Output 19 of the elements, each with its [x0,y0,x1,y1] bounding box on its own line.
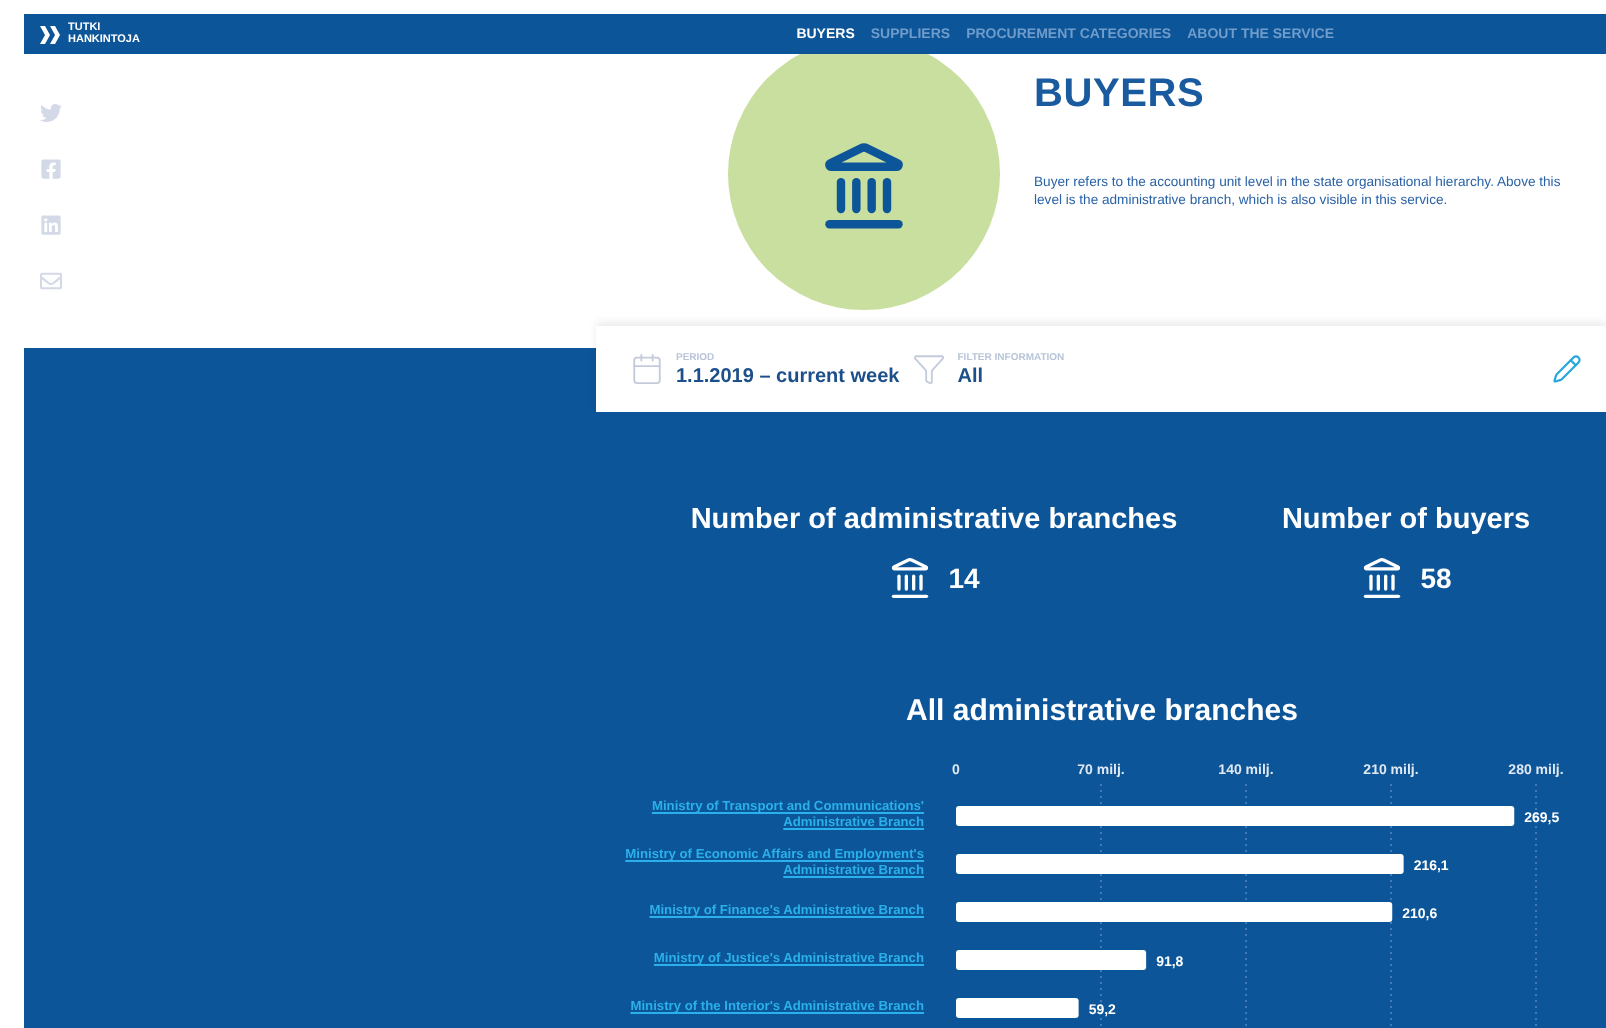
stat-label: Number of administrative branches [690,502,1178,540]
bar [956,998,1079,1018]
funnel-icon [911,352,946,386]
page-title: BUYERS [1034,72,1207,118]
chart-title: All administrative branches [904,692,1300,732]
calendar-icon [630,352,664,386]
envelope-icon[interactable] [40,270,62,294]
filter-value: 1.1.2019 – current week [676,365,900,387]
bird-icon[interactable] [40,102,62,126]
edit-button[interactable] [1552,354,1582,384]
facebook-icon[interactable] [40,158,62,182]
stat-value: 58 [1420,562,1452,594]
bank-icon [888,556,933,600]
linkedin-icon[interactable] [40,214,62,238]
bank-icon [1360,556,1405,600]
filter-value: All [957,365,986,387]
logo-icon [40,25,60,43]
stat-label: Number of buyers [1281,502,1531,540]
stat-value: 14 [948,562,980,594]
